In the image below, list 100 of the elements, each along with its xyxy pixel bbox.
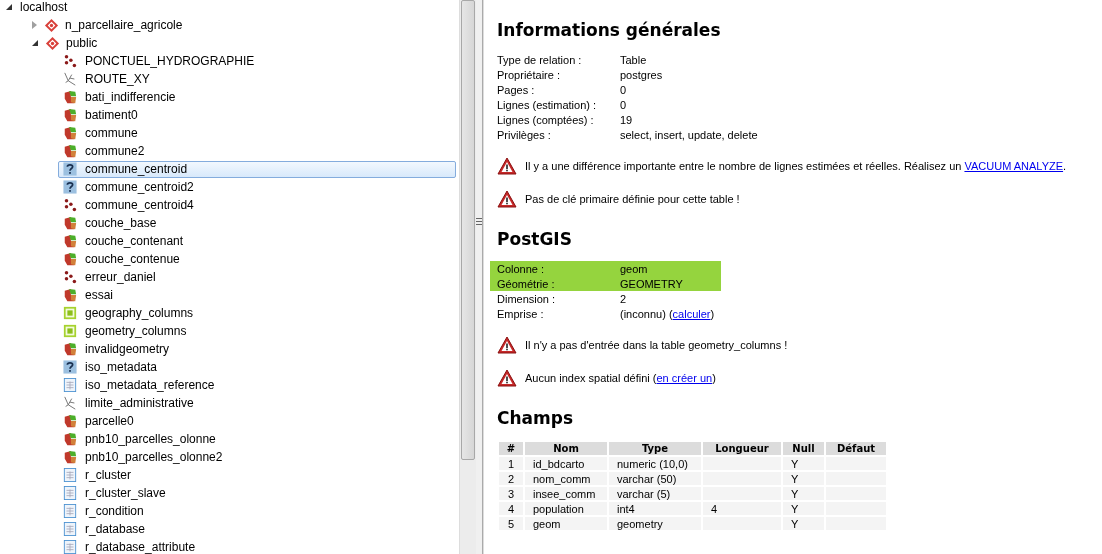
warning-message: Il y a une différence importante entre le nombre de lignes estimées et réelles. Réalisez un VACUUM ANALYZE. (525, 160, 1067, 172)
table-cell: numeric (10,0) (609, 457, 701, 470)
table-cell: nom_comm (525, 472, 607, 485)
table-cell: Y (783, 457, 824, 470)
polygon-icon (63, 234, 77, 248)
tree-item[interactable]: geography_columns (58, 304, 456, 322)
property-value: GEOMETRY (620, 277, 683, 290)
polygon-icon (63, 450, 77, 464)
points-icon (63, 54, 77, 68)
tree-item[interactable]: commune_centroid2 (58, 178, 456, 196)
warning-icon (497, 190, 517, 208)
tree-item[interactable]: erreur_daniel (58, 268, 456, 286)
property-label: Lignes (estimation) : (497, 98, 598, 111)
tree-item[interactable]: r_condition (58, 502, 456, 520)
warning-icon (497, 157, 517, 175)
warning-message: Pas de clé primaire définie pour cette table ! (525, 193, 740, 205)
scrollbar-thumb[interactable] (461, 0, 475, 460)
tree-item[interactable]: r_cluster_slave (58, 484, 456, 502)
polygon-icon (63, 216, 77, 230)
tree-item[interactable]: limite_administrative (58, 394, 456, 412)
tree-item[interactable]: essai (58, 286, 456, 304)
question-icon (63, 180, 77, 194)
tree-item[interactable]: couche_contenue (58, 250, 456, 268)
table-icon (63, 468, 77, 482)
tree-item[interactable]: ROUTE_XY (58, 70, 456, 88)
property-value: geom (620, 262, 648, 275)
schema-icon (44, 17, 59, 33)
table-cell: geometry (609, 517, 701, 530)
table-cell: 5 (499, 517, 523, 530)
property-label: Emprise : (497, 307, 545, 320)
view-icon (63, 324, 77, 338)
expand-arrow-icon[interactable] (32, 21, 37, 29)
tree-item[interactable]: pnb10_parcelles_olonne (58, 430, 456, 448)
collapse-arrow-icon[interactable] (32, 40, 38, 46)
property-value: 2 (620, 292, 627, 305)
table-icon (63, 378, 77, 392)
tree-item[interactable]: geometry_columns (58, 322, 456, 340)
property-label: Type de relation : (497, 53, 583, 66)
property-label: Privilèges : (497, 128, 552, 141)
points-icon (63, 198, 77, 212)
tree-item[interactable]: commune_centroid (58, 160, 456, 178)
tree-item[interactable]: r_database_attribute (58, 538, 456, 554)
table-cell: Y (783, 517, 824, 530)
table-cell: int4 (609, 502, 701, 515)
tree-item[interactable]: commune_centroid4 (58, 196, 456, 214)
question-icon (63, 360, 77, 374)
column-header: Défaut (826, 442, 886, 455)
polygon-icon (63, 252, 77, 266)
tree-item[interactable]: bati_indifferencie (58, 88, 456, 106)
tree-item[interactable]: commune (58, 124, 456, 142)
warning-message: Il n'y a pas d'entrée dans la table geometry_columns ! (525, 339, 788, 351)
property-value: select, insert, update, delete (620, 128, 758, 141)
tree-item[interactable]: r_database (58, 520, 456, 538)
tree-item[interactable]: r_cluster (58, 466, 456, 484)
tree-item[interactable]: batiment0 (58, 106, 456, 124)
question-icon (63, 162, 77, 176)
warning-message: Aucun index spatial défini (en créer un) (525, 372, 716, 384)
property-value: 0 (620, 83, 627, 96)
table-cell: 1 (499, 457, 523, 470)
tree-item[interactable]: invalidgeometry (58, 340, 456, 358)
tree-item[interactable]: iso_metadata_reference (58, 376, 456, 394)
property-label: Pages : (497, 83, 536, 96)
table-icon (63, 486, 77, 500)
tree-item[interactable]: iso_metadata (58, 358, 456, 376)
property-label: Lignes (comptées) : (497, 113, 595, 126)
link[interactable]: en créer un (656, 372, 713, 384)
table-icon (63, 540, 77, 554)
table-cell: Y (783, 472, 824, 485)
line-icon (63, 396, 77, 410)
tree-item[interactable]: PONCTUEL_HYDROGRAPHIE (58, 52, 456, 70)
table-icon (63, 504, 77, 518)
property-value: postgres (620, 68, 663, 81)
polygon-icon (63, 342, 77, 356)
tree-item[interactable]: n_parcellaire_agricole (65, 18, 183, 32)
tree-item[interactable]: pnb10_parcelles_olonne2 (58, 448, 456, 466)
table-cell: Y (783, 502, 824, 515)
scrollbar[interactable] (459, 0, 476, 554)
tree-item[interactable]: public (66, 36, 98, 50)
polygon-icon (63, 414, 77, 428)
tree-item[interactable]: couche_base (58, 214, 456, 232)
tree-item[interactable]: commune2 (58, 142, 456, 160)
tree-item[interactable]: parcelle0 (58, 412, 456, 430)
column-header: # (499, 442, 523, 455)
warning-icon (497, 369, 517, 387)
tree-item[interactable]: localhost (20, 0, 68, 14)
table-icon (63, 522, 77, 536)
property-label: Propriétaire : (497, 68, 561, 81)
table-cell: insee_comm (525, 487, 607, 500)
link[interactable]: calculer (672, 307, 711, 320)
property-value: 0 (620, 98, 627, 111)
column-header: Longueur (703, 442, 781, 455)
section-heading: Informations générales (497, 20, 722, 40)
property-value: Table (620, 53, 647, 66)
polygon-icon (63, 432, 77, 446)
tree-item[interactable]: couche_contenant (58, 232, 456, 250)
splitter-handle[interactable] (476, 0, 483, 554)
points-icon (63, 270, 77, 284)
table-cell: 3 (499, 487, 523, 500)
collapse-arrow-icon[interactable] (6, 4, 12, 10)
table-cell: varchar (50) (609, 472, 701, 485)
